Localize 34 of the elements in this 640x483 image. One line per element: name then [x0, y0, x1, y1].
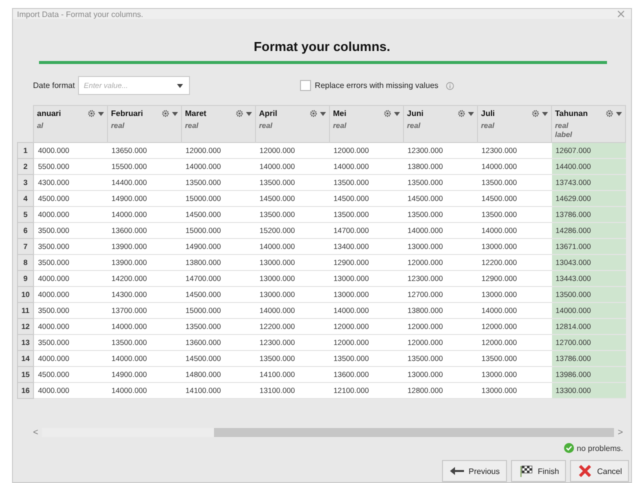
checkbox[interactable] — [300, 80, 311, 91]
caret-icon[interactable] — [394, 112, 400, 116]
caret-icon[interactable] — [616, 112, 622, 116]
page-heading: Format your columns. — [252, 39, 392, 54]
caret-icon[interactable] — [320, 112, 326, 116]
caret-icon[interactable] — [468, 112, 474, 116]
gear-icon[interactable] — [532, 110, 539, 117]
gear-icon[interactable] — [458, 110, 465, 117]
scrollbar-thumb[interactable] — [214, 428, 614, 436]
info-icon — [446, 82, 454, 90]
status-text: no problems. — [576, 444, 623, 452]
x-mark-icon — [577, 465, 594, 477]
gear-icon[interactable] — [236, 110, 243, 117]
checkbox-label: Replace errors with missing values — [314, 81, 438, 90]
left-arrow-icon — [448, 465, 465, 477]
caret-icon[interactable] — [176, 84, 183, 88]
gear-icon[interactable] — [162, 110, 169, 117]
gear-icon[interactable] — [310, 110, 317, 117]
caret-icon[interactable] — [172, 112, 178, 116]
caret-icon[interactable] — [98, 112, 104, 116]
scroll-right-arrow[interactable]: > — [618, 427, 623, 437]
cancel-button[interactable]: Cancel — [570, 460, 629, 482]
window-title: Import Data - Format your columns. — [17, 10, 144, 18]
gear-icon[interactable] — [88, 110, 95, 117]
previous-button[interactable]: Previous — [442, 460, 507, 482]
caret-icon[interactable] — [246, 112, 252, 116]
date-format-label: Date format — [33, 81, 75, 90]
caret-icon[interactable] — [542, 112, 548, 116]
finish-button[interactable]: Finish — [510, 460, 566, 482]
scroll-left-arrow[interactable]: < — [33, 427, 38, 437]
checkered-flag-icon — [518, 465, 534, 477]
gear-icon[interactable] — [606, 110, 613, 117]
check-circle-icon — [564, 443, 574, 453]
gear-icon[interactable] — [384, 110, 391, 117]
